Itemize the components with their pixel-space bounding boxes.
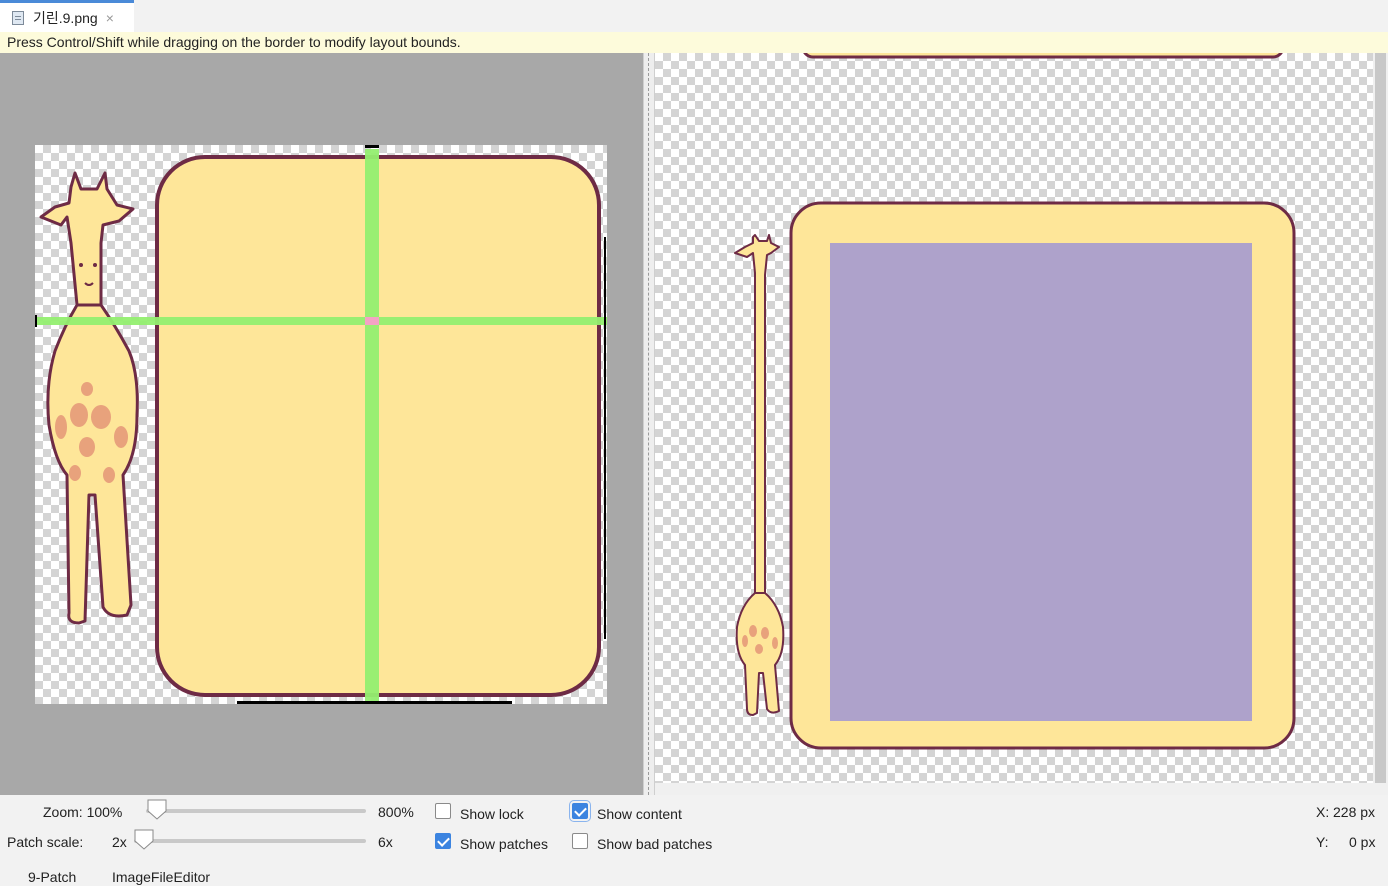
patch-scale-min-label: 2x <box>112 834 127 850</box>
show-lock-checkbox[interactable] <box>435 803 451 819</box>
show-bad-patches-label[interactable]: Show bad patches <box>597 835 712 853</box>
top-stretch-marker <box>365 145 379 148</box>
preview-horizontal-scrollbar[interactable] <box>655 783 1388 795</box>
file-tab-title: 기린.9.png <box>33 9 98 26</box>
hint-banner: Press Control/Shift while dragging on th… <box>0 32 1388 53</box>
patch-scale-slider-thumb[interactable] <box>133 828 155 850</box>
file-tab[interactable]: 기린.9.png × <box>0 0 134 32</box>
show-lock-label[interactable]: Show lock <box>460 805 524 823</box>
close-icon[interactable]: × <box>106 10 114 26</box>
patch-scale-max-label: 6x <box>378 834 393 850</box>
nine-patch-image <box>35 145 607 704</box>
content-area <box>830 243 1252 721</box>
tab-image-file-editor[interactable]: ImageFileEditor <box>112 868 210 886</box>
right-content-marker <box>604 237 606 639</box>
vertical-stretch-patch <box>365 149 379 704</box>
nine-patch-editor-canvas[interactable] <box>0 53 643 795</box>
stretched-preview <box>734 53 1296 750</box>
show-content-label[interactable]: Show content <box>597 805 682 823</box>
preview-pane <box>655 53 1373 783</box>
x-coordinate-value: 228 px <box>1333 804 1376 820</box>
patch-scale-slider-track[interactable] <box>134 839 366 843</box>
preview-top-strip <box>803 53 1283 59</box>
patch-overlap <box>365 317 379 325</box>
zoom-max-label: 800% <box>378 804 414 820</box>
left-stretch-marker <box>35 315 37 327</box>
zoom-label: Zoom: 100% <box>43 804 123 820</box>
tab-9-patch[interactable]: 9-Patch <box>28 868 76 886</box>
bottom-content-marker <box>237 701 512 704</box>
horizontal-stretch-patch <box>35 317 607 325</box>
pane-splitter[interactable] <box>643 53 655 795</box>
show-patches-checkbox[interactable] <box>435 833 451 849</box>
x-coordinate-label: X: <box>1316 804 1330 820</box>
giraffe-figure <box>39 171 139 625</box>
zoom-slider-track[interactable] <box>146 809 366 813</box>
show-bad-patches-checkbox[interactable] <box>572 833 588 849</box>
show-content-checkbox[interactable] <box>569 800 591 822</box>
preview-scroll-thumb[interactable] <box>1375 53 1386 783</box>
preview-giraffe <box>734 234 785 716</box>
zoom-slider-thumb[interactable] <box>146 798 168 820</box>
patch-scale-label: Patch scale: <box>7 834 84 850</box>
y-coordinate-label: Y: <box>1316 834 1329 850</box>
y-coordinate-value: 0 px <box>1349 834 1376 850</box>
editor-tab-bar: 기린.9.png × <box>0 0 1388 32</box>
image-canvas[interactable] <box>35 145 607 704</box>
file-icon <box>12 10 24 25</box>
show-patches-label[interactable]: Show patches <box>460 835 548 853</box>
